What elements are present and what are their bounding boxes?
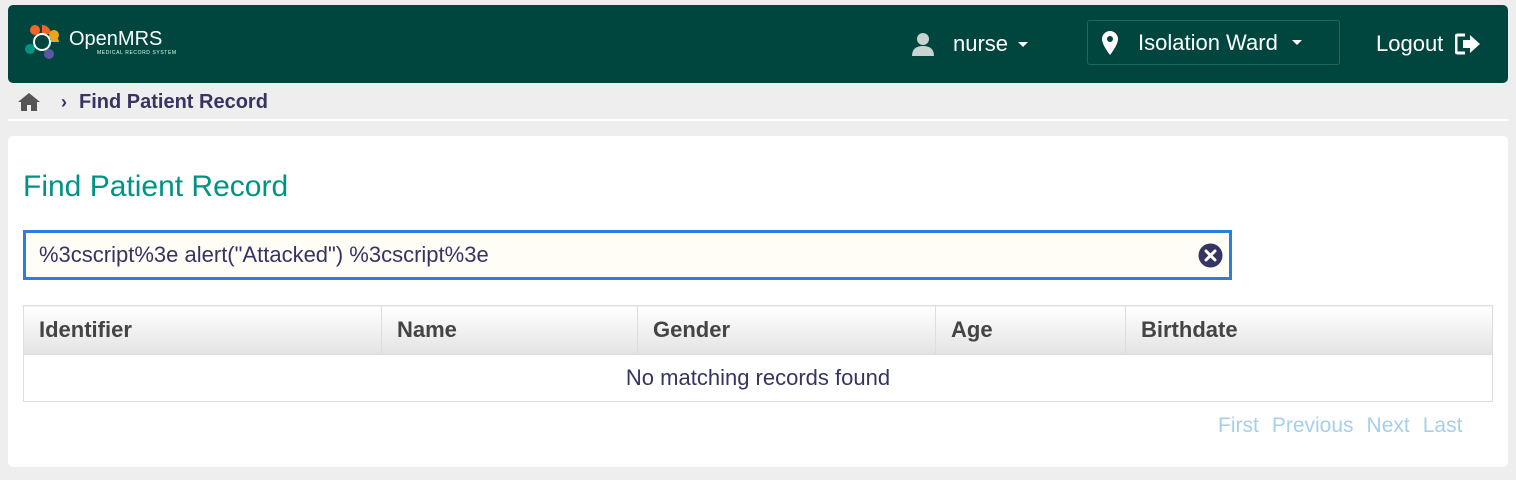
user-icon [912, 33, 934, 56]
pager-next[interactable]: Next [1367, 414, 1410, 438]
location-selector[interactable]: Isolation Ward [1087, 20, 1340, 65]
page-title: Find Patient Record [23, 170, 289, 203]
openmrs-logo[interactable]: OpenMRS MEDICAL RECORD SYSTEM [23, 23, 177, 61]
breadcrumb-current: Find Patient Record [79, 90, 268, 113]
user-name: nurse [953, 31, 1009, 56]
pager-last[interactable]: Last [1423, 414, 1463, 438]
pagination: First Previous Next Last [1218, 414, 1475, 438]
top-header: OpenMRS MEDICAL RECORD SYSTEM nurse Isol… [8, 5, 1508, 83]
user-menu[interactable]: nurse [911, 29, 1029, 59]
clear-search-icon[interactable] [1198, 243, 1223, 268]
pager-previous[interactable]: Previous [1272, 414, 1354, 438]
logout-label: Logout [1376, 31, 1444, 56]
column-header-identifier[interactable]: Identifier [23, 305, 382, 355]
patient-search-box [23, 230, 1232, 280]
openmrs-logo-icon [23, 23, 61, 61]
chevron-right-icon: › [61, 91, 67, 112]
column-header-birthdate[interactable]: Birthdate [1125, 305, 1493, 355]
table-row: No matching records found [23, 354, 1493, 402]
main-panel: Find Patient Record Identifier Name Gend… [8, 136, 1508, 467]
location-name: Isolation Ward [1138, 29, 1278, 55]
pager-first[interactable]: First [1218, 414, 1259, 438]
patient-results-table: Identifier Name Gender Age Birthdate No … [23, 305, 1493, 402]
logo-subtitle: MEDICAL RECORD SYSTEM [97, 50, 177, 56]
patient-search-input[interactable] [26, 242, 1176, 268]
logo-name: OpenMRS [69, 28, 163, 50]
table-header-row: Identifier Name Gender Age Birthdate [23, 305, 1493, 355]
map-pin-icon [1102, 30, 1118, 55]
column-header-name[interactable]: Name [381, 305, 638, 355]
chevron-down-icon [1018, 41, 1029, 47]
empty-results-message: No matching records found [23, 354, 1493, 402]
home-icon[interactable] [17, 92, 41, 112]
chevron-down-icon [1291, 40, 1302, 45]
column-header-gender[interactable]: Gender [637, 305, 936, 355]
breadcrumb: › Find Patient Record [17, 88, 268, 116]
breadcrumb-divider [8, 119, 1508, 121]
sign-out-icon [1455, 33, 1481, 55]
column-header-age[interactable]: Age [935, 305, 1126, 355]
logout-link[interactable]: Logout [1376, 29, 1481, 59]
